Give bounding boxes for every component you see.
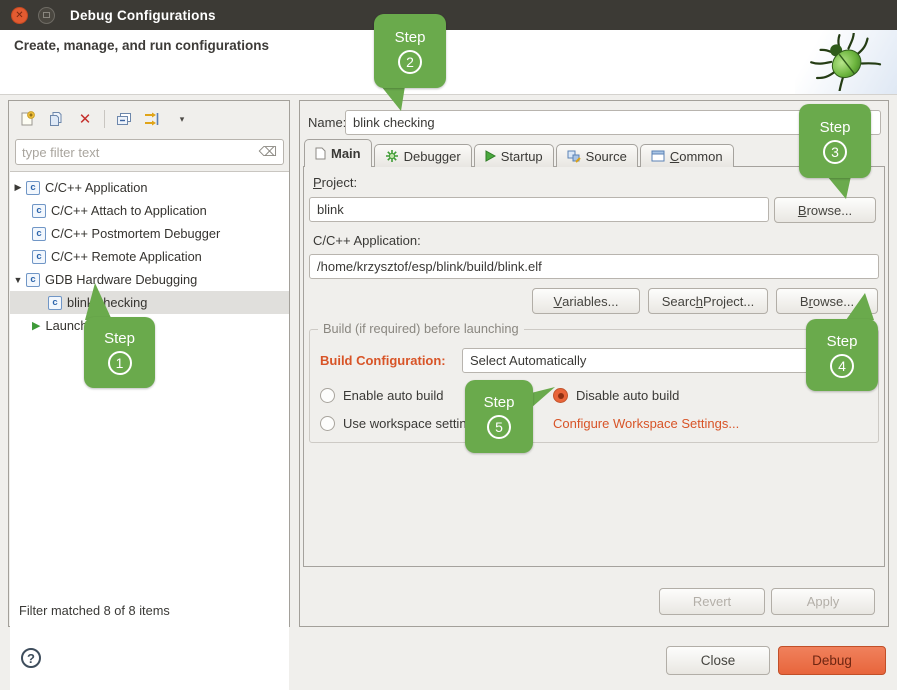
application-input[interactable]: /home/krzysztof/esp/blink/build/blink.el… [309, 254, 879, 279]
c-type-icon: c [26, 181, 40, 195]
help-button[interactable]: ? [21, 648, 41, 668]
tree-item-cpp-remote[interactable]: c C/C++ Remote Application [10, 245, 289, 268]
step4-callout: Step 4 [806, 319, 878, 391]
tab-source[interactable]: Source [556, 144, 638, 167]
project-input[interactable]: blink [309, 197, 769, 222]
tab-debugger[interactable]: Debugger [374, 144, 472, 167]
apply-button[interactable]: Apply [771, 588, 875, 615]
main-tab-content: Project: blink Browse... C/C++ Applicati… [303, 166, 885, 567]
window-title: Debug Configurations [70, 8, 216, 23]
debug-bug-icon [795, 30, 897, 94]
use-workspace-settings-option[interactable]: Use workspace settings [320, 416, 480, 431]
application-label: C/C++ Application: [313, 233, 421, 248]
new-configuration-icon[interactable] [17, 109, 37, 129]
c-type-icon: c [32, 227, 46, 241]
toolbar-separator [104, 110, 105, 128]
tab-startup[interactable]: Startup [474, 144, 554, 167]
build-before-launch-group: Build (if required) before launching Bui… [309, 329, 879, 443]
expanded-arrow-icon[interactable]: ▼ [10, 275, 26, 285]
tree-item-cpp-application[interactable]: ▶ c C/C++ Application [10, 176, 289, 199]
name-label: Name: [308, 115, 346, 130]
tab-main[interactable]: Main [304, 139, 372, 167]
main-tab-icon [315, 147, 326, 160]
enable-auto-build-option[interactable]: Enable auto build [320, 388, 443, 403]
step4-tail [834, 291, 876, 322]
c-type-icon: c [26, 273, 40, 287]
tree-item-blink-checking[interactable]: c blink checking [10, 291, 289, 314]
filter-input[interactable] [22, 145, 259, 160]
source-tab-icon [567, 150, 581, 163]
disable-auto-build-option[interactable]: Disable auto build [553, 388, 679, 403]
c-type-icon: c [48, 296, 62, 310]
collapse-all-icon[interactable] [114, 109, 134, 129]
delete-configuration-icon[interactable]: ✕ [75, 109, 95, 129]
common-tab-icon [651, 150, 665, 162]
configurations-toolbar: ✕ ▾ [13, 105, 192, 133]
debugger-tab-icon [385, 149, 399, 163]
configure-workspace-settings-link[interactable]: Configure Workspace Settings... [553, 416, 739, 431]
step2-tail [378, 84, 414, 113]
tab-common[interactable]: Common [640, 144, 734, 167]
tree-item-cpp-attach[interactable]: c C/C++ Attach to Application [10, 199, 289, 222]
build-group-title: Build (if required) before launching [318, 321, 524, 336]
config-tabs: Main Debugger Startup Source Common [304, 139, 736, 167]
filter-launch-configurations-icon[interactable] [143, 109, 163, 129]
dialog-header: Create, manage, and run configurations [0, 30, 897, 95]
header-title: Create, manage, and run configurations [14, 38, 269, 53]
radio-unselected-icon[interactable] [320, 416, 335, 431]
startup-tab-icon [485, 150, 496, 162]
filter-match-status: Filter matched 8 of 8 items [19, 603, 170, 618]
duplicate-configuration-icon[interactable] [46, 109, 66, 129]
filter-field-wrap: ⌫ [15, 139, 284, 165]
step3-tail [818, 174, 858, 201]
c-type-icon: c [32, 250, 46, 264]
search-project-button[interactable]: Search Project... [648, 288, 768, 314]
configuration-form-panel: Name: blink checking Main Debugger Start… [299, 100, 889, 627]
clear-filter-icon[interactable]: ⌫ [259, 144, 277, 160]
step3-callout: Step 3 [799, 104, 871, 178]
collapsed-arrow-icon[interactable]: ▶ [10, 182, 26, 193]
step2-callout: Step 2 [374, 14, 446, 88]
step5-callout: Step 5 [465, 380, 533, 453]
debug-configurations-dialog: ✕ Debug Configurations Create, manage, a… [0, 0, 897, 690]
variables-button[interactable]: Variables... [532, 288, 640, 314]
step1-callout: Step 1 [84, 317, 155, 388]
launch-group-icon: ▶ [32, 319, 40, 332]
close-window-icon[interactable]: ✕ [11, 7, 28, 24]
project-label: Project: [313, 175, 357, 190]
tree-item-cpp-postmortem[interactable]: c C/C++ Postmortem Debugger [10, 222, 289, 245]
close-button[interactable]: Close [666, 646, 770, 675]
tree-item-gdb-hardware[interactable]: ▼ c GDB Hardware Debugging [10, 268, 289, 291]
debug-button[interactable]: Debug [778, 646, 886, 675]
radio-unselected-icon[interactable] [320, 388, 335, 403]
titlebar: ✕ Debug Configurations [0, 0, 897, 30]
restore-window-icon[interactable] [38, 7, 55, 24]
c-type-icon: c [32, 204, 46, 218]
step1-tail [82, 280, 122, 322]
toolbar-menu-icon[interactable]: ▾ [172, 109, 192, 129]
build-configuration-label: Build Configuration: [320, 353, 446, 368]
revert-button[interactable]: Revert [659, 588, 765, 615]
